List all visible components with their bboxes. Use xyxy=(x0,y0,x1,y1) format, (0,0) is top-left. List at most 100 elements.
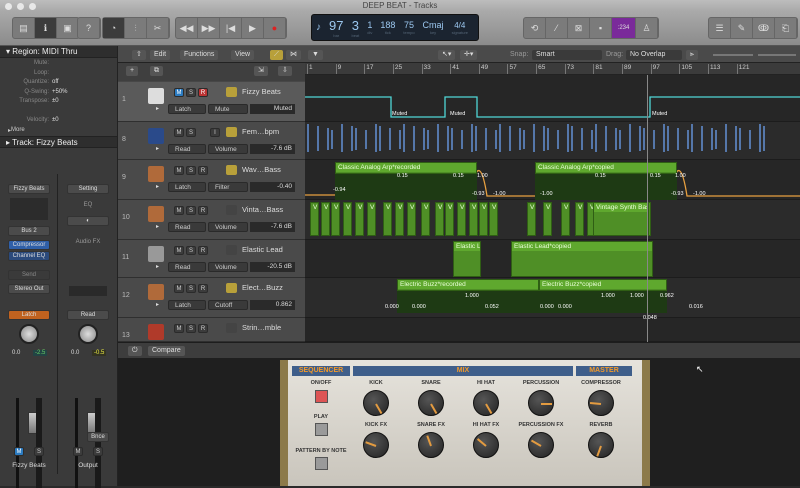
ruler[interactable]: 1 9 17 25 33 41 49 57 65 73 81 89 97 105 113 121 xyxy=(305,63,800,75)
midi-region[interactable]: V xyxy=(445,202,454,236)
track-solo-button[interactable]: S xyxy=(186,88,196,97)
track-header[interactable]: 11 M S R Elastic Lead ▸ Read Volume -20.5 dB xyxy=(118,240,305,278)
count-in-button[interactable]: ▪ xyxy=(590,18,612,38)
track-solo-button[interactable]: S xyxy=(186,246,196,255)
rewind-button[interactable]: ◀◀ xyxy=(176,18,198,38)
track-mute-button[interactable]: M xyxy=(174,206,184,215)
library-button[interactable]: ▤ xyxy=(13,18,35,38)
midi-region[interactable]: V xyxy=(435,202,444,236)
automation-mode[interactable]: Latch xyxy=(8,310,50,320)
midi-region[interactable]: V xyxy=(343,202,352,236)
quick-help-button[interactable]: ? xyxy=(78,18,100,38)
midi-region[interactable]: V xyxy=(355,202,364,236)
automation-value[interactable]: 0.862 xyxy=(250,300,295,310)
audio-region[interactable] xyxy=(667,126,669,151)
knob[interactable] xyxy=(588,432,614,458)
midi-region[interactable]: V xyxy=(395,202,404,236)
audio-region[interactable] xyxy=(379,126,381,151)
track-solo-button[interactable]: S xyxy=(186,128,196,137)
audio-region[interactable] xyxy=(591,130,593,149)
audio-region[interactable] xyxy=(403,124,405,152)
automation-icon[interactable] xyxy=(226,205,237,215)
midi-region[interactable]: V xyxy=(321,202,330,236)
metronome-button[interactable]: ♙ xyxy=(636,18,658,38)
play-button[interactable] xyxy=(315,423,328,436)
audio-region[interactable] xyxy=(355,128,357,150)
knob[interactable] xyxy=(418,390,444,416)
midi-region[interactable]: V xyxy=(421,202,430,236)
automation-parameter-select[interactable]: Volume xyxy=(208,144,248,154)
param-value[interactable]: +50% xyxy=(52,89,68,99)
audio-region[interactable] xyxy=(423,128,425,150)
track-name[interactable]: Fizzy Beats xyxy=(242,87,281,96)
audio-region[interactable] xyxy=(317,126,319,151)
pan-knob[interactable] xyxy=(78,324,98,344)
automation-value[interactable]: -7.6 dB xyxy=(250,144,295,154)
track-lane[interactable] xyxy=(305,318,800,342)
vertical-zoom-slider[interactable] xyxy=(713,54,753,56)
automation-value[interactable]: -0.40 xyxy=(250,182,295,192)
track-mute-button[interactable]: M xyxy=(174,128,184,137)
compressor-slot[interactable]: Compressor xyxy=(8,240,50,250)
knob[interactable] xyxy=(588,390,614,416)
horizontal-zoom-slider[interactable] xyxy=(758,54,796,56)
track-header[interactable]: 10 M S R Vinta…Bass ▸ Read Volume -7.6 dB xyxy=(118,200,305,240)
audio-region[interactable] xyxy=(543,126,545,151)
region-param[interactable] xyxy=(0,108,117,118)
pan-knob[interactable] xyxy=(19,324,39,344)
volume-fader[interactable] xyxy=(16,398,39,488)
audio-region[interactable] xyxy=(615,128,617,150)
record-enable-button[interactable]: R xyxy=(198,324,208,333)
audio-region[interactable] xyxy=(643,128,645,150)
disclosure-triangle[interactable]: ▸ xyxy=(156,145,159,152)
param-value[interactable]: off xyxy=(52,79,59,89)
automation-value[interactable]: -7.6 dB xyxy=(250,222,295,232)
audio-region[interactable] xyxy=(691,124,693,152)
audio-region[interactable] xyxy=(495,130,497,149)
editors-button[interactable]: ✂ xyxy=(147,18,169,38)
audio-region[interactable] xyxy=(427,130,429,149)
back-button[interactable]: ⇧ xyxy=(132,50,146,60)
disclosure-triangle[interactable]: ▸ xyxy=(156,301,159,308)
audio-region[interactable] xyxy=(547,128,549,150)
audio-region[interactable] xyxy=(567,124,569,152)
fast-forward-button[interactable]: ▶▶ xyxy=(198,18,220,38)
automation-value[interactable]: -20.5 dB xyxy=(250,262,295,272)
audio-region[interactable] xyxy=(307,124,309,152)
audio-region[interactable] xyxy=(399,130,401,149)
audio-region[interactable] xyxy=(413,126,415,151)
automation-parameter-select[interactable]: Volume xyxy=(208,262,248,272)
midi-region[interactable]: Vintage Synth Bas xyxy=(593,202,649,236)
region-inspector-header[interactable]: ▾ Region: MIDI Thru xyxy=(0,46,117,58)
duplicate-track-button[interactable]: ⧉ xyxy=(150,66,163,76)
audio-region[interactable] xyxy=(663,124,665,152)
knob[interactable] xyxy=(473,432,499,458)
knob[interactable] xyxy=(418,432,444,458)
disclosure-triangle[interactable]: ▸ xyxy=(156,183,159,190)
midi-region[interactable]: V xyxy=(310,202,319,236)
knob[interactable] xyxy=(363,390,389,416)
track-mute-button[interactable]: M xyxy=(174,166,184,175)
loop-browser-button[interactable]: ↂ xyxy=(753,18,775,38)
automation-icon[interactable] xyxy=(226,323,237,333)
audio-region[interactable] xyxy=(341,124,343,152)
midi-region[interactable]: V xyxy=(469,202,478,236)
close-button[interactable] xyxy=(5,3,12,10)
record-enable-button[interactable]: R xyxy=(198,88,208,97)
track-solo-button[interactable]: S xyxy=(186,166,196,175)
record-enable-button[interactable]: R xyxy=(198,284,208,293)
eq-display[interactable] xyxy=(10,198,48,220)
pointer-tool[interactable]: ↖▾ xyxy=(438,50,456,60)
track-header[interactable]: 12 M S R Elect…Buzz ▸ Latch Cutoff 0.862 xyxy=(118,278,305,318)
bus-send[interactable]: Bus 2 xyxy=(8,226,50,236)
track-mute-button[interactable]: M xyxy=(174,324,184,333)
functions-menu[interactable]: Functions xyxy=(180,50,219,60)
flex-toggle[interactable]: ⋈ xyxy=(286,50,301,60)
compare-button[interactable]: Compare xyxy=(148,346,185,356)
midi-region[interactable]: V xyxy=(575,202,584,236)
track-header[interactable]: 1 M S R Fizzy Beats ▸ Latch Mute Muted xyxy=(118,82,305,122)
filter-button[interactable]: ▼ xyxy=(308,50,323,60)
midi-region[interactable]: V xyxy=(367,202,376,236)
automation-icon[interactable] xyxy=(226,127,237,137)
audio-region[interactable] xyxy=(485,128,487,150)
